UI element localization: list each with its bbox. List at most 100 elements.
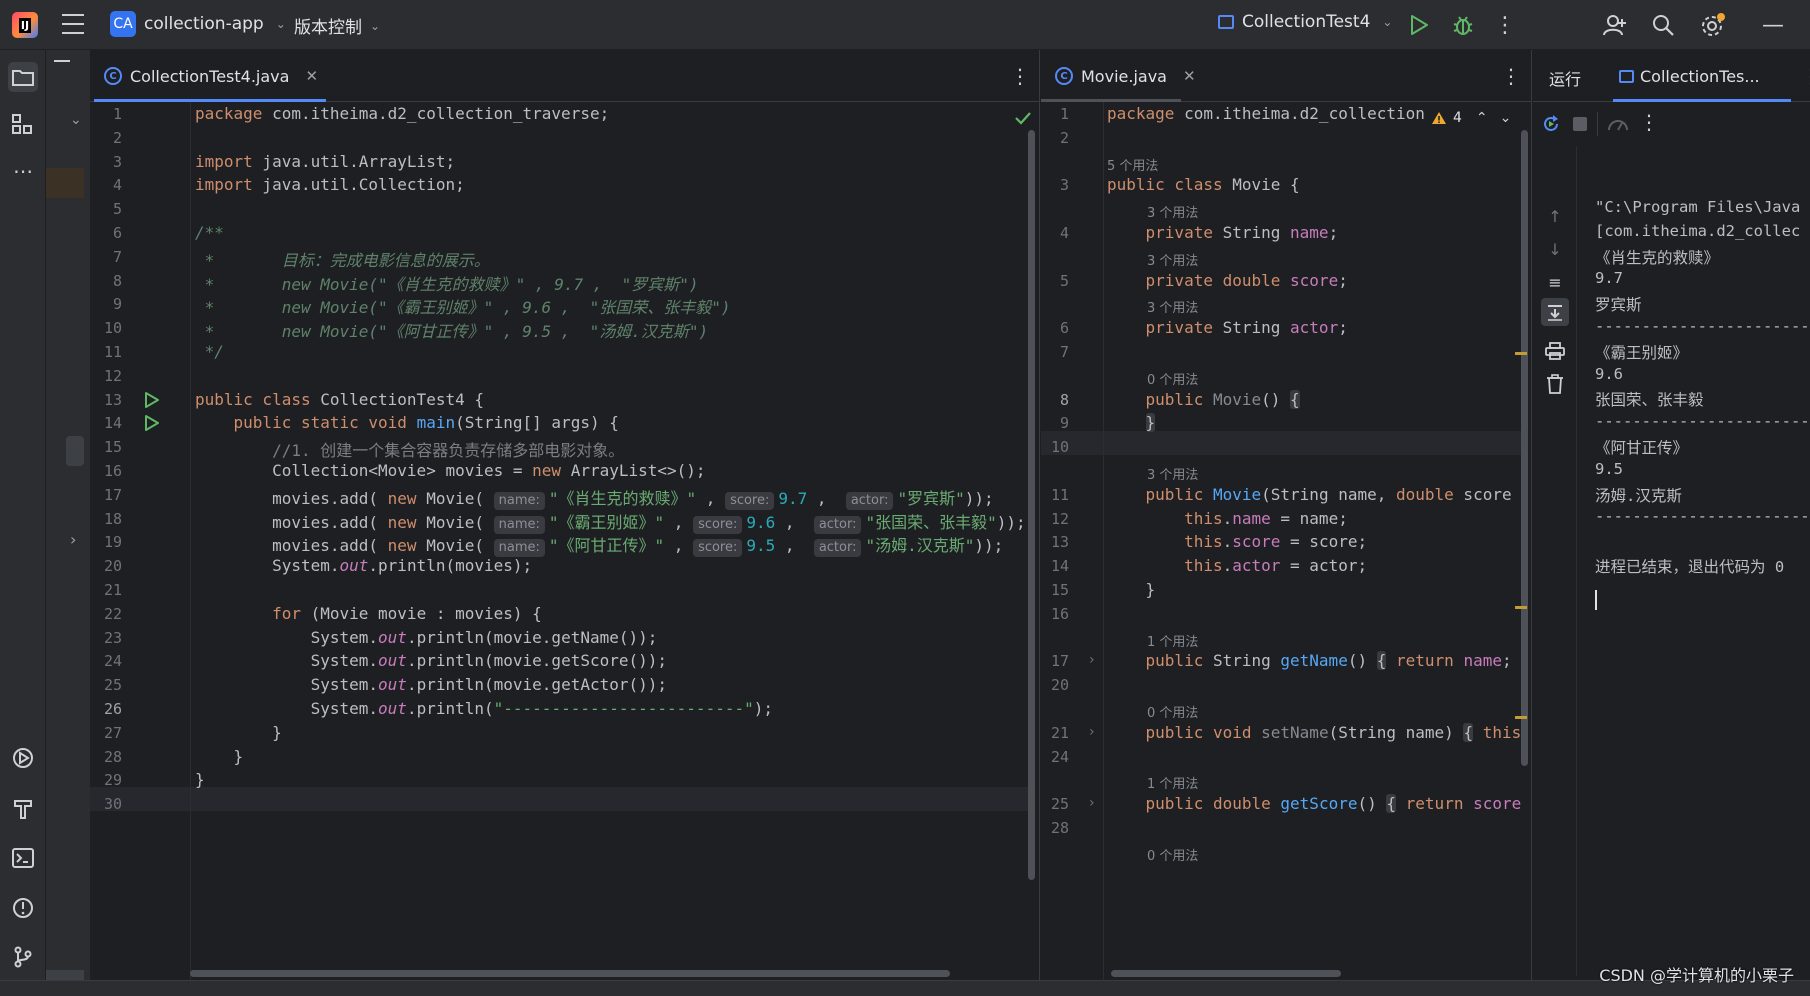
- minimize-window-icon[interactable]: —: [1758, 10, 1788, 40]
- java-class-icon: C: [1055, 67, 1073, 85]
- line-number: 6: [112, 224, 122, 242]
- fold-expand-icon[interactable]: ›: [1089, 652, 1095, 668]
- run-configuration-selector[interactable]: CollectionTest4 ⌄: [1218, 12, 1392, 32]
- usage-count-hint[interactable]: 3 个用法: [1147, 202, 1198, 221]
- arrow-down-icon[interactable]: ↓: [1545, 239, 1565, 259]
- run-gutter-icon[interactable]: [144, 415, 160, 435]
- csdn-watermark: CSDN @学计算机的小栗子: [1599, 966, 1794, 985]
- usage-count-hint[interactable]: 1 个用法: [1147, 773, 1198, 792]
- editor-pane-collectiontest4[interactable]: C CollectionTest4.java ✕ ⋮ 1 2 3 4 5 6 7 8 9 10 11…: [90, 50, 1040, 980]
- usage-count-hint[interactable]: 0 个用法: [1147, 702, 1198, 721]
- usage-count-hint[interactable]: 3 个用法: [1147, 464, 1198, 483]
- build-hammer-icon[interactable]: [8, 793, 38, 823]
- chevron-right-icon[interactable]: ›: [70, 530, 76, 549]
- toolbar-divider: [1597, 112, 1598, 136]
- main-menu-icon[interactable]: [62, 14, 84, 34]
- close-tab-icon[interactable]: ✕: [305, 67, 318, 85]
- next-highlight-icon[interactable]: ⌄: [1500, 110, 1512, 126]
- horizontal-scroll-thumb[interactable]: [46, 970, 84, 980]
- line-number: 22: [103, 604, 122, 623]
- line-number: 5: [1059, 271, 1069, 290]
- warning-stripe-marker[interactable]: [1515, 716, 1527, 719]
- collapse-panel-icon[interactable]: [54, 60, 70, 62]
- code-line: this.name = name;: [1184, 508, 1348, 528]
- title-bar: IJ CA collection-app ⌄ 版本控制 ⌄ Collection…: [0, 0, 1810, 50]
- usage-count-hint[interactable]: 0 个用法: [1147, 845, 1198, 864]
- code-line: public double getScore() { return score: [1145, 794, 1522, 814]
- code-line: System.out.println(movie.getActor());: [195, 675, 668, 695]
- vertical-scrollbar[interactable]: [1521, 130, 1528, 766]
- project-name: collection-app: [144, 14, 264, 34]
- arrow-up-icon[interactable]: ↑: [1545, 206, 1565, 226]
- tab-options-icon[interactable]: ⋮: [1010, 64, 1030, 88]
- line-number: 8: [1059, 390, 1069, 409]
- line-number: 2: [1059, 128, 1069, 147]
- project-folder-icon[interactable]: [8, 62, 38, 92]
- editor-pane-movie[interactable]: C Movie.java ✕ ⋮ 1 2 3 4 5 6 7 8 9 10 11 12 13 14 15 16…: [1041, 50, 1532, 980]
- line-number: 4: [1059, 224, 1069, 242]
- code-line: import java.util.Collection;: [195, 175, 465, 195]
- horizontal-scrollbar[interactable]: [190, 970, 950, 977]
- usage-count-hint[interactable]: 5 个用法: [1107, 155, 1158, 174]
- warning-stripe-marker[interactable]: [1515, 352, 1527, 355]
- line-number: 21: [103, 581, 122, 599]
- attach-profiler-icon[interactable]: [1607, 114, 1629, 134]
- add-user-icon[interactable]: [1600, 10, 1630, 40]
- chevron-down-icon[interactable]: ⌄: [70, 112, 82, 128]
- vertical-scrollbar[interactable]: [1028, 130, 1035, 880]
- inspection-widget[interactable]: 4 ⌃ ⌄: [1431, 106, 1531, 130]
- search-icon[interactable]: [1648, 10, 1678, 40]
- run-button[interactable]: [1404, 10, 1434, 40]
- more-actions-icon[interactable]: ⋮: [1490, 10, 1520, 40]
- horizontal-scrollbar[interactable]: [1111, 970, 1341, 977]
- trash-icon[interactable]: [1546, 374, 1564, 394]
- tab-run-config-label: CollectionTes...: [1640, 66, 1760, 86]
- fold-expand-icon[interactable]: ›: [1089, 795, 1095, 811]
- terminal-icon[interactable]: [8, 843, 38, 873]
- settings-gear-icon[interactable]: [1698, 10, 1728, 40]
- rerun-icon[interactable]: [1541, 114, 1561, 134]
- run-gutter-icon[interactable]: [144, 391, 160, 412]
- previous-highlight-icon[interactable]: ⌃: [1476, 110, 1488, 126]
- line-number: 8: [112, 271, 122, 290]
- line-number: 18: [103, 509, 122, 528]
- usage-count-hint[interactable]: 1 个用法: [1147, 631, 1198, 650]
- code-line: public Movie(String name, double score: [1145, 484, 1512, 504]
- usage-count-hint[interactable]: 3 个用法: [1147, 250, 1198, 269]
- debug-button[interactable]: [1448, 10, 1478, 40]
- more-tools-icon[interactable]: ⋯: [8, 156, 38, 186]
- fold-expand-icon[interactable]: ›: [1089, 724, 1095, 740]
- close-tab-icon[interactable]: ✕: [1183, 67, 1196, 85]
- git-branch-icon[interactable]: [8, 942, 38, 972]
- scroll-to-end-button[interactable]: [1541, 298, 1569, 326]
- tab-options-icon[interactable]: ⋮: [1501, 64, 1521, 88]
- vcs-menu[interactable]: 版本控制 ⌄: [294, 13, 380, 38]
- line-number: 24: [1050, 747, 1069, 766]
- more-actions-icon[interactable]: ⋮: [1639, 110, 1659, 134]
- structure-icon[interactable]: [8, 110, 38, 140]
- more-options-icon[interactable]: ⋮: [1801, 64, 1810, 88]
- stop-icon[interactable]: [1573, 117, 1587, 131]
- line-number: 29: [103, 771, 122, 790]
- line-number: 7: [1059, 343, 1069, 361]
- scroll-to-end-icon: [1548, 305, 1562, 321]
- warning-stripe-marker[interactable]: [1515, 606, 1527, 609]
- panel-scroll-thumb[interactable]: [66, 436, 84, 466]
- problems-icon[interactable]: [8, 893, 38, 923]
- line-number: 2: [112, 128, 122, 147]
- intellij-logo-icon[interactable]: IJ: [12, 12, 38, 38]
- tab-collectiontest4[interactable]: C CollectionTest4.java ✕: [92, 50, 330, 102]
- code-line: System.out.println("--------------------…: [195, 699, 773, 718]
- print-icon[interactable]: [1545, 342, 1565, 360]
- tab-run-config[interactable]: CollectionTes...: [1619, 50, 1760, 102]
- chevron-down-icon: ⌄: [1382, 15, 1393, 29]
- services-icon[interactable]: [8, 743, 38, 773]
- soft-wrap-icon[interactable]: ≡: [1545, 272, 1565, 292]
- chevron-down-icon: ⌄: [275, 17, 286, 31]
- usage-count-hint[interactable]: 0 个用法: [1147, 369, 1198, 388]
- code-line: }: [195, 770, 205, 790]
- project-selector[interactable]: CA collection-app ⌄: [110, 11, 286, 37]
- tab-movie[interactable]: C Movie.java ✕: [1043, 50, 1208, 102]
- console-line: 汤姆.汉克斯: [1595, 486, 1682, 505]
- usage-count-hint[interactable]: 3 个用法: [1147, 297, 1198, 316]
